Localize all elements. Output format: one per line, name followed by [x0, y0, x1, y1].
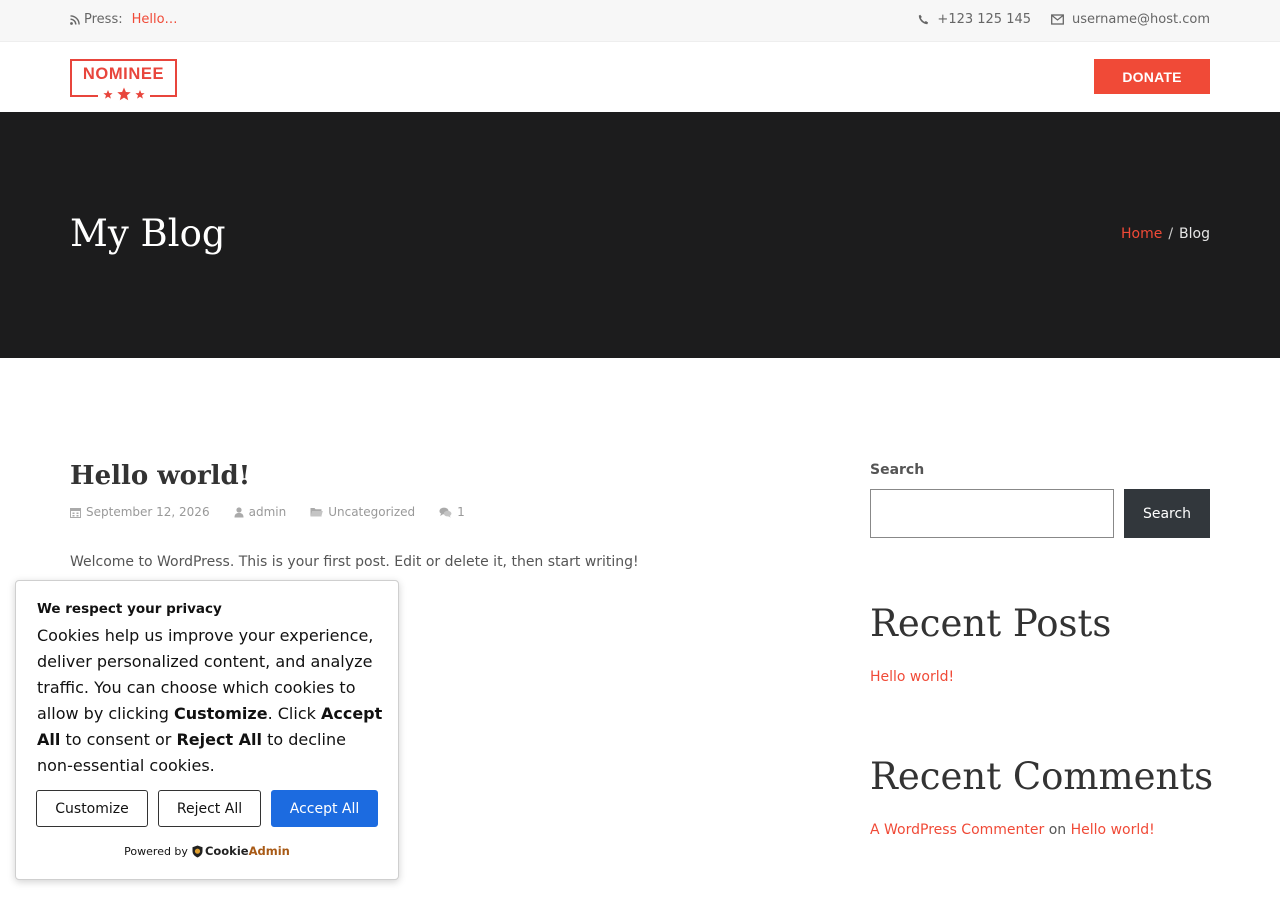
cookie-description: Cookies help us improve your experience,…	[37, 623, 385, 779]
email-item: username@host.com	[1051, 12, 1210, 27]
post-category-link[interactable]: Uncategorized	[328, 505, 415, 519]
phone-item: +123 125 145	[918, 12, 1031, 27]
site-logo[interactable]: NOMINEE	[70, 59, 177, 101]
cookie-accept-button[interactable]: Accept All	[271, 790, 378, 827]
powered-by-label: Powered by	[124, 844, 188, 858]
cookieadmin-shield-icon	[192, 845, 203, 857]
brand-part-cookie: Cookie	[204, 844, 249, 858]
search-input[interactable]	[870, 489, 1114, 538]
calendar-icon	[70, 507, 81, 518]
site-header: NOMINEE DONATE	[0, 42, 1280, 112]
email-address: username@host.com	[1072, 12, 1210, 27]
user-icon	[234, 506, 244, 517]
recent-posts-list: Hello world!	[870, 669, 954, 685]
search-label: Search	[870, 462, 925, 478]
post-category: Uncategorized	[310, 505, 415, 519]
search-button[interactable]: Search	[1124, 489, 1210, 538]
cookie-text-part: . Click	[267, 704, 321, 723]
recent-comments-heading: Recent Comments	[870, 755, 1214, 798]
press-link[interactable]: Hello…	[132, 12, 178, 27]
brand-part-admin: Admin	[248, 844, 290, 858]
powered-by: Powered by Cookie Admin	[16, 844, 398, 858]
post-date-link[interactable]: September 12, 2026	[86, 505, 210, 519]
cookie-consent-banner: We respect your privacy Cookies help us …	[15, 580, 399, 880]
comment-on-text: on	[1048, 822, 1067, 838]
page-title: My Blog	[70, 212, 226, 255]
post-comments: 1	[439, 505, 465, 519]
envelope-icon	[1051, 14, 1064, 25]
logo-text: NOMINEE	[82, 65, 165, 83]
cookie-customize-button[interactable]: Customize	[36, 790, 148, 827]
page-hero: My Blog Home / Blog	[0, 112, 1280, 358]
cookie-bold-reject: Reject All	[176, 730, 263, 749]
post-author-link[interactable]: admin	[249, 505, 287, 519]
cookie-title: We respect your privacy	[37, 601, 222, 617]
recent-post-link[interactable]: Hello world!	[870, 669, 954, 685]
cookie-bold-customize: Customize	[173, 704, 268, 723]
recent-comment-item: A WordPress Commenter on Hello world!	[870, 822, 1155, 838]
post-title-link[interactable]: Hello world!	[70, 459, 250, 493]
cookie-reject-button[interactable]: Reject All	[158, 790, 261, 827]
phone-number: +123 125 145	[937, 12, 1032, 27]
post-author: admin	[234, 505, 287, 519]
folder-icon	[310, 508, 324, 517]
post-meta: September 12, 2026 admin Uncategorized 1	[70, 505, 489, 519]
donate-button[interactable]: DONATE	[1094, 59, 1210, 94]
post-date: September 12, 2026	[70, 505, 210, 519]
post-comments-link[interactable]: 1	[457, 505, 465, 519]
comment-post-link[interactable]: Hello world!	[1071, 822, 1155, 838]
breadcrumb-separator: /	[1168, 226, 1174, 242]
comments-icon	[439, 507, 452, 518]
post-excerpt: Welcome to WordPress. This is your first…	[70, 554, 639, 570]
breadcrumb-current: Blog	[1179, 226, 1210, 242]
comment-author-link[interactable]: A WordPress Commenter	[870, 822, 1044, 838]
logo-stars-icon	[98, 87, 150, 101]
recent-posts-heading: Recent Posts	[870, 602, 1112, 645]
contact-info: +123 125 145 username@host.com	[918, 12, 1210, 27]
top-bar: Press: Hello… +123 125 145 username@host…	[0, 0, 1280, 42]
breadcrumb-home-link[interactable]: Home	[1121, 226, 1162, 242]
cookieadmin-brand-link[interactable]: Cookie Admin	[192, 844, 290, 858]
press-ticker: Press: Hello…	[70, 12, 178, 27]
breadcrumb: Home / Blog	[1121, 226, 1210, 242]
rss-icon	[70, 14, 80, 25]
press-label: Press:	[84, 12, 123, 27]
cookie-text-part: to consent or	[60, 730, 177, 749]
phone-icon	[919, 14, 929, 25]
